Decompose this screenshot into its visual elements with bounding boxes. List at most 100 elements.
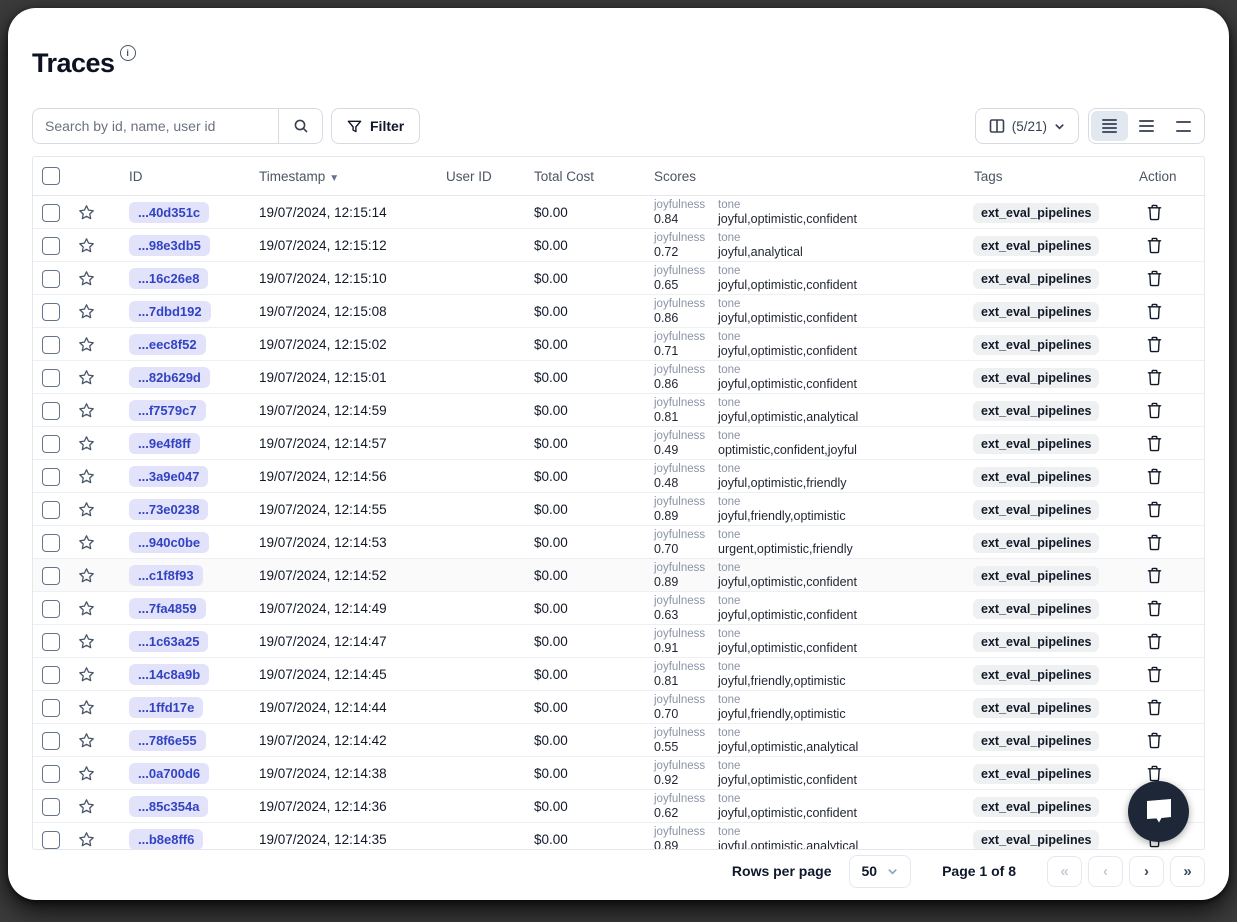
star-icon[interactable] — [78, 303, 95, 320]
table-row[interactable]: ...f7579c719/07/2024, 12:14:59$0.00joyfu… — [33, 394, 1204, 427]
row-checkbox[interactable] — [42, 666, 60, 684]
trace-id-badge[interactable]: ...82b629d — [129, 367, 210, 388]
trace-id-badge[interactable]: ...0a700d6 — [129, 763, 209, 784]
header-user-id[interactable]: User ID — [434, 169, 524, 184]
star-icon[interactable] — [78, 567, 95, 584]
filter-button[interactable]: Filter — [331, 108, 420, 144]
row-height-medium-button[interactable] — [1128, 111, 1165, 141]
select-all-checkbox[interactable] — [42, 167, 60, 185]
table-row[interactable]: ...98e3db519/07/2024, 12:15:12$0.00joyfu… — [33, 229, 1204, 262]
delete-trace-button[interactable] — [1147, 237, 1204, 254]
star-icon[interactable] — [78, 798, 95, 815]
row-checkbox[interactable] — [42, 369, 60, 387]
prev-page-button[interactable]: ‹ — [1088, 856, 1123, 887]
row-checkbox[interactable] — [42, 501, 60, 519]
trace-id-badge[interactable]: ...73e0238 — [129, 499, 208, 520]
search-button[interactable] — [278, 109, 322, 143]
row-checkbox[interactable] — [42, 765, 60, 783]
star-icon[interactable] — [78, 369, 95, 386]
delete-trace-button[interactable] — [1147, 699, 1204, 716]
header-timestamp[interactable]: Timestamp▼ — [249, 169, 434, 184]
table-row[interactable]: ...40d351c19/07/2024, 12:15:14$0.00joyfu… — [33, 196, 1204, 229]
row-checkbox[interactable] — [42, 402, 60, 420]
last-page-button[interactable]: » — [1170, 856, 1205, 887]
star-icon[interactable] — [78, 270, 95, 287]
next-page-button[interactable]: › — [1129, 856, 1164, 887]
star-icon[interactable] — [78, 534, 95, 551]
delete-trace-button[interactable] — [1147, 402, 1204, 419]
star-icon[interactable] — [78, 402, 95, 419]
table-row[interactable]: ...940c0be19/07/2024, 12:14:53$0.00joyfu… — [33, 526, 1204, 559]
trace-id-badge[interactable]: ...85c354a — [129, 796, 208, 817]
star-icon[interactable] — [78, 699, 95, 716]
delete-trace-button[interactable] — [1147, 534, 1204, 551]
row-checkbox[interactable] — [42, 237, 60, 255]
star-icon[interactable] — [78, 336, 95, 353]
header-total-cost[interactable]: Total Cost — [524, 169, 644, 184]
trace-id-badge[interactable]: ...78f6e55 — [129, 730, 206, 751]
trace-id-badge[interactable]: ...1c63a25 — [129, 631, 208, 652]
search-input[interactable] — [33, 109, 278, 143]
delete-trace-button[interactable] — [1147, 435, 1204, 452]
trace-id-badge[interactable]: ...b8e8ff6 — [129, 829, 203, 850]
row-checkbox[interactable] — [42, 600, 60, 618]
row-height-large-button[interactable] — [1165, 111, 1202, 141]
table-row[interactable]: ...14c8a9b19/07/2024, 12:14:45$0.00joyfu… — [33, 658, 1204, 691]
delete-trace-button[interactable] — [1147, 303, 1204, 320]
star-icon[interactable] — [78, 501, 95, 518]
delete-trace-button[interactable] — [1147, 204, 1204, 221]
row-checkbox[interactable] — [42, 699, 60, 717]
delete-trace-button[interactable] — [1147, 666, 1204, 683]
star-icon[interactable] — [78, 666, 95, 683]
row-checkbox[interactable] — [42, 468, 60, 486]
table-row[interactable]: ...eec8f5219/07/2024, 12:15:02$0.00joyfu… — [33, 328, 1204, 361]
chat-widget-button[interactable] — [1128, 781, 1189, 842]
star-icon[interactable] — [78, 633, 95, 650]
trace-id-badge[interactable]: ...3a9e047 — [129, 466, 208, 487]
row-checkbox[interactable] — [42, 633, 60, 651]
header-tags[interactable]: Tags — [964, 169, 1129, 184]
trace-id-badge[interactable]: ...14c8a9b — [129, 664, 209, 685]
star-icon[interactable] — [78, 204, 95, 221]
row-checkbox[interactable] — [42, 831, 60, 849]
table-row[interactable]: ...b8e8ff619/07/2024, 12:14:35$0.00joyfu… — [33, 823, 1204, 850]
star-icon[interactable] — [78, 600, 95, 617]
table-row[interactable]: ...3a9e04719/07/2024, 12:14:56$0.00joyfu… — [33, 460, 1204, 493]
star-icon[interactable] — [78, 435, 95, 452]
table-row[interactable]: ...82b629d19/07/2024, 12:15:01$0.00joyfu… — [33, 361, 1204, 394]
delete-trace-button[interactable] — [1147, 501, 1204, 518]
delete-trace-button[interactable] — [1147, 270, 1204, 287]
row-checkbox[interactable] — [42, 270, 60, 288]
star-icon[interactable] — [78, 765, 95, 782]
trace-id-badge[interactable]: ...f7579c7 — [129, 400, 206, 421]
star-icon[interactable] — [78, 468, 95, 485]
row-checkbox[interactable] — [42, 435, 60, 453]
delete-trace-button[interactable] — [1147, 633, 1204, 650]
trace-id-badge[interactable]: ...16c26e8 — [129, 268, 208, 289]
star-icon[interactable] — [78, 732, 95, 749]
row-checkbox[interactable] — [42, 798, 60, 816]
table-row[interactable]: ...1ffd17e19/07/2024, 12:14:44$0.00joyfu… — [33, 691, 1204, 724]
delete-trace-button[interactable] — [1147, 732, 1204, 749]
delete-trace-button[interactable] — [1147, 369, 1204, 386]
row-height-small-button[interactable] — [1091, 111, 1128, 141]
trace-id-badge[interactable]: ...c1f8f93 — [129, 565, 203, 586]
trace-id-badge[interactable]: ...940c0be — [129, 532, 209, 553]
delete-trace-button[interactable] — [1147, 765, 1204, 782]
row-checkbox[interactable] — [42, 303, 60, 321]
header-id[interactable]: ID — [119, 169, 249, 184]
row-checkbox[interactable] — [42, 567, 60, 585]
delete-trace-button[interactable] — [1147, 600, 1204, 617]
trace-id-badge[interactable]: ...9e4f8ff — [129, 433, 200, 454]
table-row[interactable]: ...78f6e5519/07/2024, 12:14:42$0.00joyfu… — [33, 724, 1204, 757]
table-row[interactable]: ...c1f8f9319/07/2024, 12:14:52$0.00joyfu… — [33, 559, 1204, 592]
star-icon[interactable] — [78, 831, 95, 848]
trace-id-badge[interactable]: ...40d351c — [129, 202, 209, 223]
table-row[interactable]: ...9e4f8ff19/07/2024, 12:14:57$0.00joyfu… — [33, 427, 1204, 460]
table-row[interactable]: ...0a700d619/07/2024, 12:14:38$0.00joyfu… — [33, 757, 1204, 790]
header-scores[interactable]: Scores — [644, 169, 964, 184]
page-size-select[interactable]: 50 — [849, 855, 912, 888]
delete-trace-button[interactable] — [1147, 567, 1204, 584]
row-checkbox[interactable] — [42, 534, 60, 552]
row-checkbox[interactable] — [42, 732, 60, 750]
